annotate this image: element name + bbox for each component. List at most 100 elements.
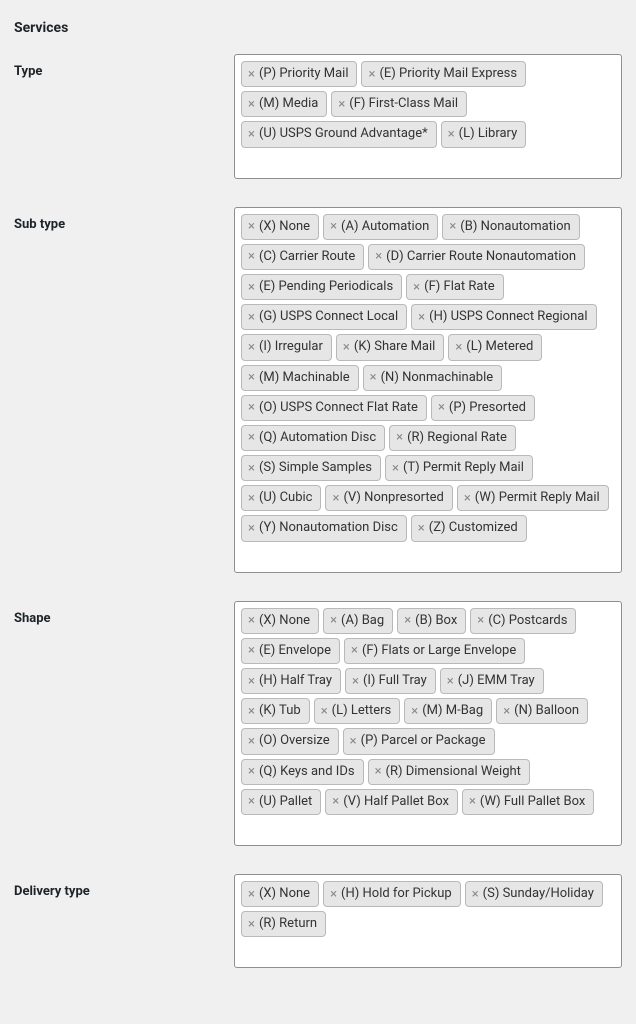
tag[interactable]: ×(K) Share Mail <box>336 334 444 360</box>
tag[interactable]: ×(E) Envelope <box>241 638 340 664</box>
close-icon[interactable]: × <box>248 614 255 627</box>
close-icon[interactable]: × <box>438 401 445 414</box>
close-icon[interactable]: × <box>248 644 255 657</box>
tag[interactable]: ×(O) USPS Connect Flat Rate <box>241 395 427 421</box>
close-icon[interactable]: × <box>248 705 255 718</box>
close-icon[interactable]: × <box>330 888 337 901</box>
tag[interactable]: ×(V) Nonpresorted <box>325 485 452 511</box>
close-icon[interactable]: × <box>248 220 255 233</box>
close-icon[interactable]: × <box>396 431 403 444</box>
close-icon[interactable]: × <box>343 341 350 354</box>
tag[interactable]: ×(L) Letters <box>314 698 401 724</box>
close-icon[interactable]: × <box>248 675 255 688</box>
tag[interactable]: ×(X) None <box>241 881 319 907</box>
tag[interactable]: ×(B) Nonautomation <box>442 214 579 240</box>
close-icon[interactable]: × <box>248 281 255 294</box>
tag[interactable]: ×(M) M-Bag <box>404 698 492 724</box>
tag-input[interactable]: ×(P) Priority Mail×(E) Priority Mail Exp… <box>234 54 622 179</box>
close-icon[interactable]: × <box>248 250 255 263</box>
close-icon[interactable]: × <box>248 462 255 475</box>
close-icon[interactable]: × <box>413 281 420 294</box>
close-icon[interactable]: × <box>418 522 425 535</box>
tag[interactable]: ×(O) Oversize <box>241 728 339 754</box>
tag[interactable]: ×(U) Cubic <box>241 485 321 511</box>
tag-input[interactable]: ×(X) None×(A) Bag×(B) Box×(C) Postcards×… <box>234 601 622 846</box>
tag[interactable]: ×(H) Hold for Pickup <box>323 881 461 907</box>
close-icon[interactable]: × <box>375 765 382 778</box>
close-icon[interactable]: × <box>477 614 484 627</box>
close-icon[interactable]: × <box>248 735 255 748</box>
tag[interactable]: ×(W) Full Pallet Box <box>462 789 594 815</box>
close-icon[interactable]: × <box>375 250 382 263</box>
close-icon[interactable]: × <box>351 644 358 657</box>
close-icon[interactable]: × <box>392 462 399 475</box>
close-icon[interactable]: × <box>248 68 255 81</box>
close-icon[interactable]: × <box>447 675 454 688</box>
close-icon[interactable]: × <box>330 614 337 627</box>
close-icon[interactable]: × <box>472 888 479 901</box>
tag[interactable]: ×(U) Pallet <box>241 789 321 815</box>
tag[interactable]: ×(E) Pending Periodicals <box>241 274 402 300</box>
close-icon[interactable]: × <box>321 705 328 718</box>
tag[interactable]: ×(H) Half Tray <box>241 668 341 694</box>
close-icon[interactable]: × <box>332 795 339 808</box>
tag[interactable]: ×(P) Parcel or Package <box>343 728 495 754</box>
tag[interactable]: ×(A) Automation <box>323 214 438 240</box>
close-icon[interactable]: × <box>469 795 476 808</box>
close-icon[interactable]: × <box>332 492 339 505</box>
close-icon[interactable]: × <box>352 675 359 688</box>
close-icon[interactable]: × <box>248 522 255 535</box>
close-icon[interactable]: × <box>338 98 345 111</box>
tag[interactable]: ×(F) First-Class Mail <box>331 91 467 117</box>
tag[interactable]: ×(U) USPS Ground Advantage* <box>241 121 437 147</box>
close-icon[interactable]: × <box>330 220 337 233</box>
close-icon[interactable]: × <box>248 492 255 505</box>
close-icon[interactable]: × <box>248 918 255 931</box>
tag[interactable]: ×(B) Box <box>397 608 466 634</box>
tag[interactable]: ×(Q) Automation Disc <box>241 425 385 451</box>
tag[interactable]: ×(N) Nonmachinable <box>363 365 503 391</box>
tag[interactable]: ×(Q) Keys and IDs <box>241 759 364 785</box>
tag[interactable]: ×(K) Tub <box>241 698 310 724</box>
close-icon[interactable]: × <box>248 795 255 808</box>
tag[interactable]: ×(M) Media <box>241 91 327 117</box>
tag[interactable]: ×(D) Carrier Route Nonautomation <box>368 244 585 270</box>
close-icon[interactable]: × <box>248 888 255 901</box>
close-icon[interactable]: × <box>350 735 357 748</box>
tag[interactable]: ×(P) Presorted <box>431 395 535 421</box>
tag[interactable]: ×(J) EMM Tray <box>440 668 544 694</box>
tag[interactable]: ×(X) None <box>241 608 319 634</box>
close-icon[interactable]: × <box>418 311 425 324</box>
tag[interactable]: ×(A) Bag <box>323 608 393 634</box>
close-icon[interactable]: × <box>248 765 255 778</box>
tag[interactable]: ×(X) None <box>241 214 319 240</box>
close-icon[interactable]: × <box>248 401 255 414</box>
tag[interactable]: ×(R) Regional Rate <box>389 425 516 451</box>
tag[interactable]: ×(W) Permit Reply Mail <box>457 485 609 511</box>
tag[interactable]: ×(R) Dimensional Weight <box>368 759 530 785</box>
tag[interactable]: ×(F) Flats or Large Envelope <box>344 638 525 664</box>
tag[interactable]: ×(I) Full Tray <box>345 668 436 694</box>
tag[interactable]: ×(C) Carrier Route <box>241 244 364 270</box>
tag[interactable]: ×(H) USPS Connect Regional <box>411 304 596 330</box>
close-icon[interactable]: × <box>411 705 418 718</box>
tag[interactable]: ×(T) Permit Reply Mail <box>385 455 533 481</box>
tag[interactable]: ×(L) Metered <box>448 334 542 360</box>
tag[interactable]: ×(C) Postcards <box>470 608 576 634</box>
close-icon[interactable]: × <box>370 371 377 384</box>
close-icon[interactable]: × <box>455 341 462 354</box>
tag[interactable]: ×(Z) Customized <box>411 515 527 541</box>
close-icon[interactable]: × <box>248 431 255 444</box>
tag[interactable]: ×(S) Simple Samples <box>241 455 381 481</box>
tag[interactable]: ×(Y) Nonautomation Disc <box>241 515 407 541</box>
close-icon[interactable]: × <box>248 311 255 324</box>
close-icon[interactable]: × <box>448 128 455 141</box>
tag[interactable]: ×(P) Priority Mail <box>241 61 357 87</box>
tag[interactable]: ×(F) Flat Rate <box>406 274 503 300</box>
tag-input[interactable]: ×(X) None×(H) Hold for Pickup×(S) Sunday… <box>234 874 622 968</box>
tag[interactable]: ×(I) Irregular <box>241 334 332 360</box>
tag[interactable]: ×(N) Balloon <box>496 698 588 724</box>
tag-input[interactable]: ×(X) None×(A) Automation×(B) Nonautomati… <box>234 207 622 573</box>
tag[interactable]: ×(G) USPS Connect Local <box>241 304 407 330</box>
tag[interactable]: ×(V) Half Pallet Box <box>325 789 458 815</box>
